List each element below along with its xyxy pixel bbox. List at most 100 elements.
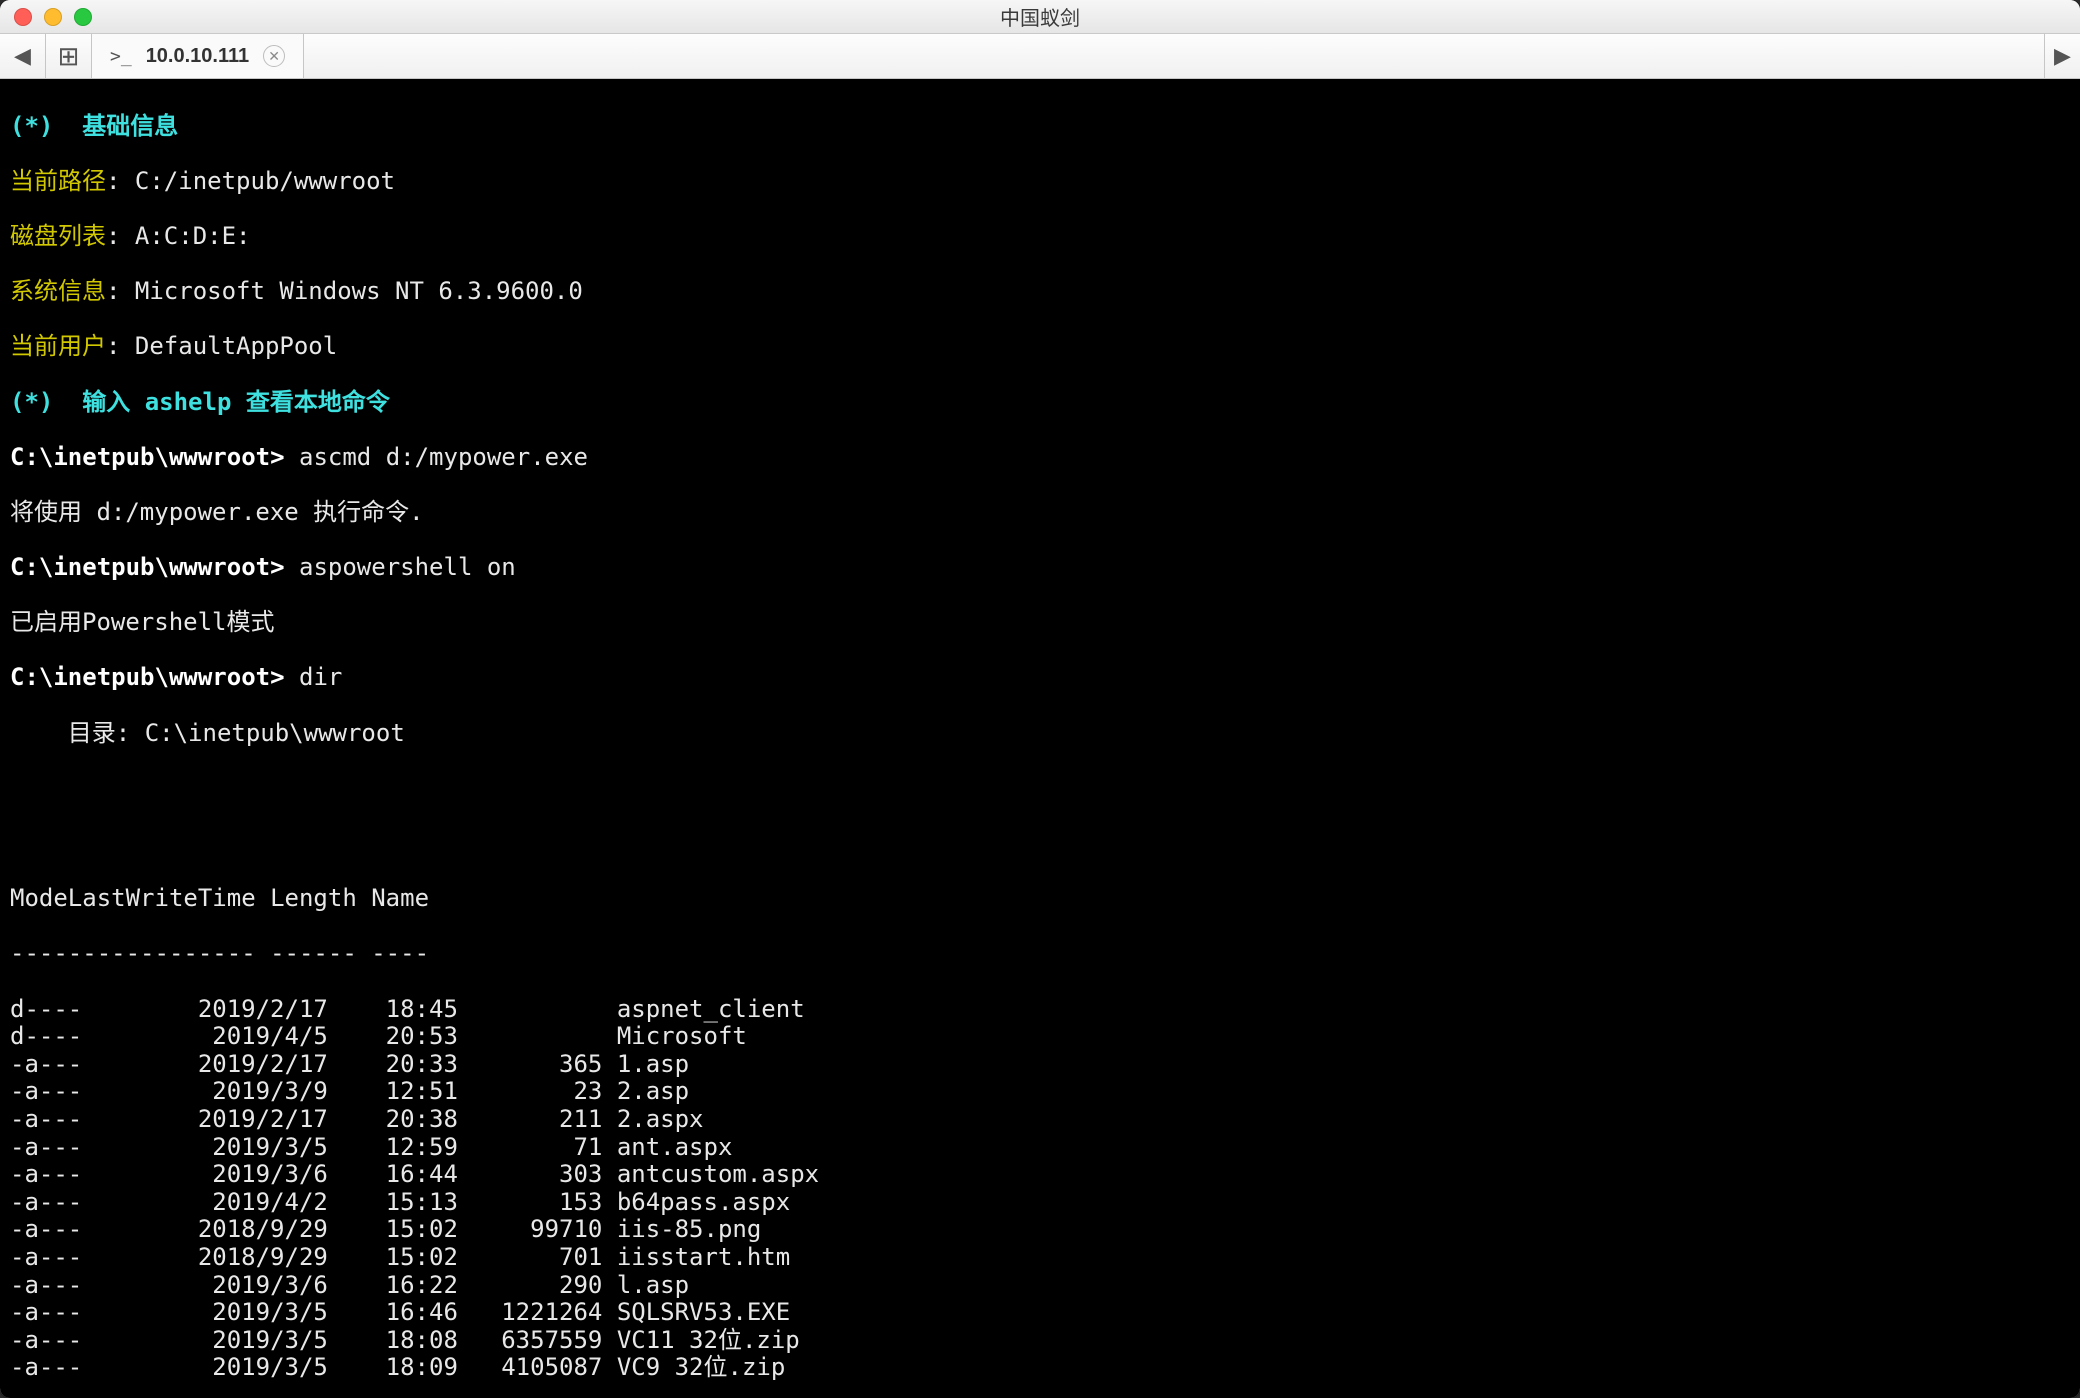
table-row: -a---2019/4/215:13153b64pass.aspx xyxy=(10,1189,2070,1217)
info-line: 当前用户: DefaultAppPool xyxy=(10,333,2070,361)
cell-date: 2019/3/5 xyxy=(140,1327,328,1355)
cell-name: 1.asp xyxy=(602,1051,689,1079)
minimize-window-button[interactable] xyxy=(44,8,62,26)
grid-button[interactable]: ⊞ xyxy=(46,34,92,78)
cell-name: antcustom.aspx xyxy=(602,1161,819,1189)
cell-date: 2019/3/5 xyxy=(140,1134,328,1162)
cell-length: 701 xyxy=(458,1244,602,1272)
cell-length: 290 xyxy=(458,1272,602,1300)
info-line: 当前路径: C:/inetpub/wwwroot xyxy=(10,168,2070,196)
cell-date: 2019/3/6 xyxy=(140,1161,328,1189)
table-row: -a---2019/2/1720:382112.aspx xyxy=(10,1106,2070,1134)
command: aspowershell on xyxy=(299,553,516,581)
cell-length: 153 xyxy=(458,1189,602,1217)
table-row: d----2019/4/520:53Microsoft xyxy=(10,1023,2070,1051)
traffic-lights xyxy=(14,8,92,26)
maximize-window-button[interactable] xyxy=(74,8,92,26)
app-window: 中国蚁剑 ◀ ⊞ >_ 10.0.10.111 ✕ ▶ (*) 基础信息 当前路… xyxy=(0,0,2080,1398)
cell-mode: -a--- xyxy=(10,1354,140,1382)
cell-time: 15:13 xyxy=(328,1189,458,1217)
cell-name: VC9 32位.zip xyxy=(602,1354,785,1382)
grid-icon: ⊞ xyxy=(58,41,80,72)
close-window-button[interactable] xyxy=(14,8,32,26)
cell-mode: -a--- xyxy=(10,1327,140,1355)
cell-time: 18:09 xyxy=(328,1354,458,1382)
tab-close-button[interactable]: ✕ xyxy=(263,45,285,67)
cell-length: 1221264 xyxy=(458,1299,602,1327)
chevron-right-icon: ▶ xyxy=(2054,43,2071,69)
cell-date: 2019/2/17 xyxy=(140,1051,328,1079)
table-row: -a---2019/3/518:094105087VC9 32位.zip xyxy=(10,1354,2070,1382)
cell-time: 16:46 xyxy=(328,1299,458,1327)
tab-terminal[interactable]: >_ 10.0.10.111 ✕ xyxy=(92,34,304,78)
cell-date: 2019/2/17 xyxy=(140,996,328,1024)
cell-name: ant.aspx xyxy=(602,1134,732,1162)
prompt-path: C:\inetpub\wwwroot> xyxy=(10,553,285,581)
table-header: ModeLastWriteTimeLengthName xyxy=(10,885,2070,913)
cell-time: 15:02 xyxy=(328,1244,458,1272)
cell-time: 20:33 xyxy=(328,1051,458,1079)
cell-name: b64pass.aspx xyxy=(602,1189,790,1217)
col-length: Length xyxy=(270,884,357,912)
info-label: 当前用户 xyxy=(10,332,106,360)
cell-mode: -a--- xyxy=(10,1244,140,1272)
prompt-path: C:\inetpub\wwwroot> xyxy=(10,443,285,471)
window-title: 中国蚁剑 xyxy=(0,2,2080,31)
cell-length: 71 xyxy=(458,1134,602,1162)
info-value: A:C:D:E: xyxy=(135,222,251,250)
cell-mode: -a--- xyxy=(10,1299,140,1327)
cell-date: 2018/9/29 xyxy=(140,1244,328,1272)
cell-date: 2018/9/29 xyxy=(140,1216,328,1244)
col-lastwritetime: LastWriteTime xyxy=(68,884,270,912)
command: ascmd d:/mypower.exe xyxy=(299,443,588,471)
table-rule: --------------------------- xyxy=(10,940,2070,968)
forward-button[interactable]: ▶ xyxy=(2044,34,2080,78)
table-row: d----2019/2/1718:45 aspnet_client xyxy=(10,996,2070,1024)
cell-name: 2.asp xyxy=(602,1078,689,1106)
table-row: -a---2019/3/516:461221264SQLSRV53.EXE xyxy=(10,1299,2070,1327)
cell-time: 15:02 xyxy=(328,1216,458,1244)
info-label: 系统信息 xyxy=(10,277,106,305)
info-value: C:/inetpub/wwwroot xyxy=(135,167,395,195)
tab-label: 10.0.10.111 xyxy=(146,45,249,68)
prompt-line: C:\inetpub\wwwroot> ascmd d:/mypower.exe xyxy=(10,444,2070,472)
cell-name: VC11 32位.zip xyxy=(602,1327,799,1355)
cell-time: 18:08 xyxy=(328,1327,458,1355)
table-row: -a---2019/3/512:5971ant.aspx xyxy=(10,1134,2070,1162)
cell-mode: d---- xyxy=(10,996,140,1024)
terminal-icon: >_ xyxy=(110,46,132,67)
cell-length: 303 xyxy=(458,1161,602,1189)
toolbar: ◀ ⊞ >_ 10.0.10.111 ✕ ▶ xyxy=(0,34,2080,79)
col-name: Name xyxy=(357,884,429,912)
info-value: Microsoft Windows NT 6.3.9600.0 xyxy=(135,277,583,305)
cell-time: 20:53 xyxy=(328,1023,458,1051)
cell-date: 2019/3/6 xyxy=(140,1272,328,1300)
terminal-output[interactable]: (*) 基础信息 当前路径: C:/inetpub/wwwroot 磁盘列表: … xyxy=(0,79,2080,1398)
dir-listing: d----2019/2/1718:45aspnet_clientd----201… xyxy=(10,996,2070,1382)
cell-mode: -a--- xyxy=(10,1078,140,1106)
cell-name: aspnet_client xyxy=(602,996,804,1024)
table-row: -a---2019/2/1720:333651.asp xyxy=(10,1051,2070,1079)
cell-time: 12:51 xyxy=(328,1078,458,1106)
cell-date: 2019/3/9 xyxy=(140,1078,328,1106)
cell-date: 2019/4/5 xyxy=(140,1023,328,1051)
dir-caption: 目录: C:\inetpub\wwwroot xyxy=(10,720,2070,748)
table-row: -a---2019/3/616:44303antcustom.aspx xyxy=(10,1161,2070,1189)
cell-date: 2019/3/5 xyxy=(140,1354,328,1382)
back-button[interactable]: ◀ xyxy=(0,34,46,78)
cell-date: 2019/4/2 xyxy=(140,1189,328,1217)
cell-time: 16:22 xyxy=(328,1272,458,1300)
chevron-left-icon: ◀ xyxy=(14,43,31,69)
cell-date: 2019/2/17 xyxy=(140,1106,328,1134)
cell-mode: -a--- xyxy=(10,1106,140,1134)
cell-time: 18:45 xyxy=(328,996,458,1024)
section-header: (*) 输入 ashelp 查看本地命令 xyxy=(10,389,2070,417)
table-row: -a---2018/9/2915:0299710iis-85.png xyxy=(10,1216,2070,1244)
cell-name: iisstart.htm xyxy=(602,1244,790,1272)
blank-line xyxy=(10,830,2070,858)
cell-length: 6357559 xyxy=(458,1327,602,1355)
cell-mode: -a--- xyxy=(10,1216,140,1244)
cell-time: 12:59 xyxy=(328,1134,458,1162)
cell-name: Microsoft xyxy=(602,1023,746,1051)
table-row: -a---2019/3/912:51232.asp xyxy=(10,1078,2070,1106)
